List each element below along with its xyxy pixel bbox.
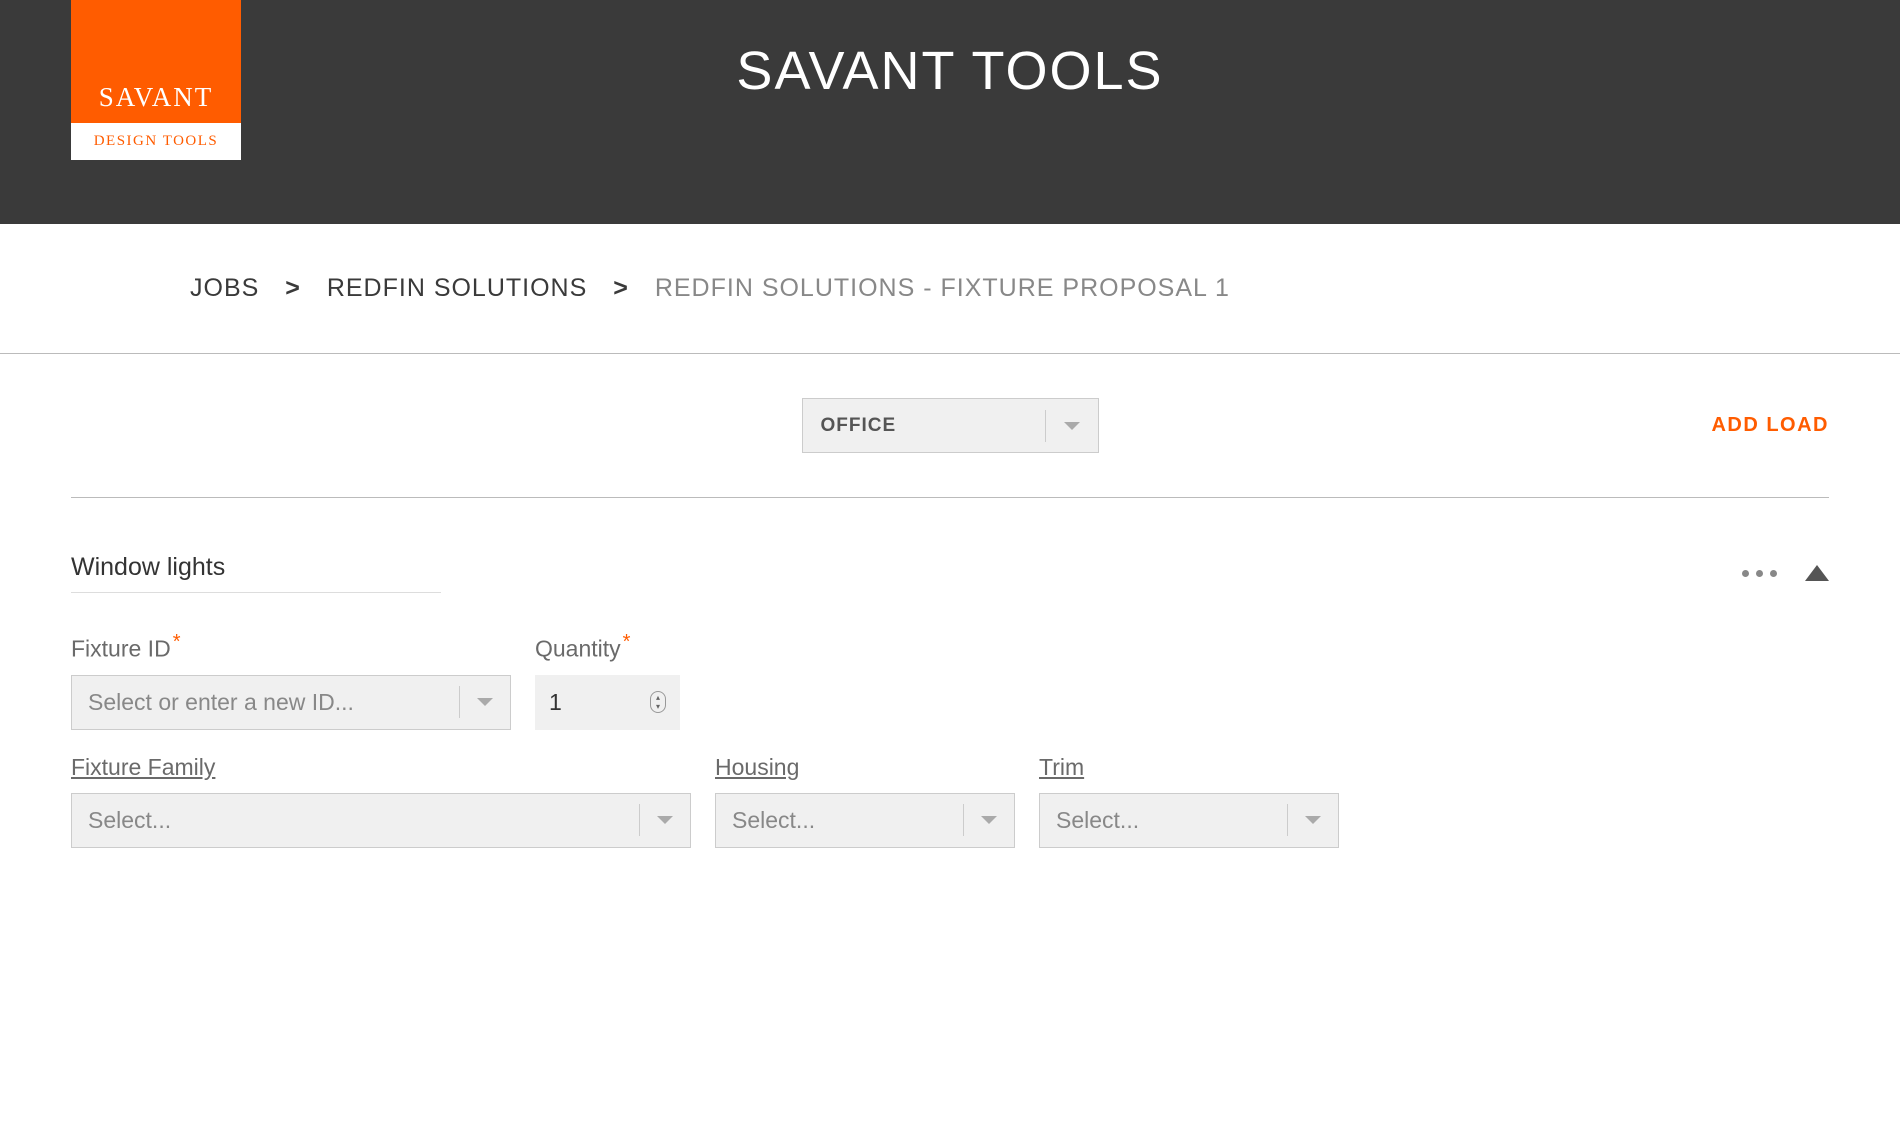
fixture-id-select[interactable]: Select or enter a new ID... bbox=[71, 675, 511, 730]
chevron-down-icon bbox=[964, 816, 1014, 824]
trim-placeholder: Select... bbox=[1040, 804, 1288, 836]
fixture-family-field: Fixture Family Select... bbox=[71, 754, 691, 848]
quantity-label: Quantity* bbox=[535, 631, 680, 663]
quantity-value: 1 bbox=[549, 689, 562, 716]
section-title[interactable]: Window lights bbox=[71, 553, 441, 593]
fixture-family-select[interactable]: Select... bbox=[71, 793, 691, 848]
add-load-button[interactable]: ADD LOAD bbox=[1711, 414, 1829, 437]
room-select-value: OFFICE bbox=[803, 410, 1046, 442]
trim-label[interactable]: Trim bbox=[1039, 754, 1339, 781]
breadcrumb-separator: > bbox=[285, 274, 301, 302]
load-section: Window lights Fixture ID* Select or ente… bbox=[71, 498, 1829, 848]
fixture-id-field: Fixture ID* Select or enter a new ID... bbox=[71, 631, 511, 730]
housing-label[interactable]: Housing bbox=[715, 754, 1015, 781]
fixture-family-placeholder: Select... bbox=[72, 804, 640, 836]
quantity-stepper[interactable]: 1 ▴▾ bbox=[535, 675, 680, 730]
trim-select[interactable]: Select... bbox=[1039, 793, 1339, 848]
logo-brand-text: SAVANT bbox=[99, 82, 214, 113]
room-select[interactable]: OFFICE bbox=[802, 398, 1099, 453]
fixture-family-label[interactable]: Fixture Family bbox=[71, 754, 691, 781]
fixture-id-placeholder: Select or enter a new ID... bbox=[72, 686, 460, 718]
trim-field: Trim Select... bbox=[1039, 754, 1339, 848]
logo[interactable]: SAVANT DESIGN TOOLS bbox=[71, 0, 241, 160]
breadcrumb-item-current: REDFIN SOLUTIONS - FIXTURE PROPOSAL 1 bbox=[655, 274, 1230, 302]
required-indicator: * bbox=[623, 631, 631, 653]
logo-subtitle: DESIGN TOOLS bbox=[71, 123, 241, 160]
breadcrumb-item-client[interactable]: REDFIN SOLUTIONS bbox=[327, 274, 587, 302]
breadcrumb-item-jobs[interactable]: JOBS bbox=[190, 274, 259, 302]
housing-select[interactable]: Select... bbox=[715, 793, 1015, 848]
chevron-down-icon bbox=[1046, 422, 1098, 430]
required-indicator: * bbox=[173, 631, 181, 653]
chevron-down-icon bbox=[1288, 816, 1338, 824]
fixture-id-label: Fixture ID* bbox=[71, 631, 511, 663]
breadcrumb-separator: > bbox=[613, 274, 629, 302]
quantity-field: Quantity* 1 ▴▾ bbox=[535, 631, 680, 730]
housing-placeholder: Select... bbox=[716, 804, 964, 836]
chevron-down-icon bbox=[460, 698, 510, 706]
app-header: SAVANT DESIGN TOOLS SAVANT TOOLS bbox=[0, 0, 1900, 224]
toolbar: OFFICE ADD LOAD bbox=[71, 354, 1829, 498]
chevron-down-icon bbox=[640, 816, 690, 824]
logo-subtitle-text: DESIGN TOOLS bbox=[94, 133, 219, 150]
stepper-icon[interactable]: ▴▾ bbox=[650, 691, 666, 713]
more-actions-icon[interactable] bbox=[1742, 570, 1777, 577]
page-title: SAVANT TOOLS bbox=[0, 0, 1900, 102]
breadcrumb: JOBS > REDFIN SOLUTIONS > REDFIN SOLUTIO… bbox=[0, 224, 1900, 354]
logo-brand: SAVANT bbox=[71, 0, 241, 123]
collapse-icon[interactable] bbox=[1805, 565, 1829, 581]
housing-field: Housing Select... bbox=[715, 754, 1015, 848]
